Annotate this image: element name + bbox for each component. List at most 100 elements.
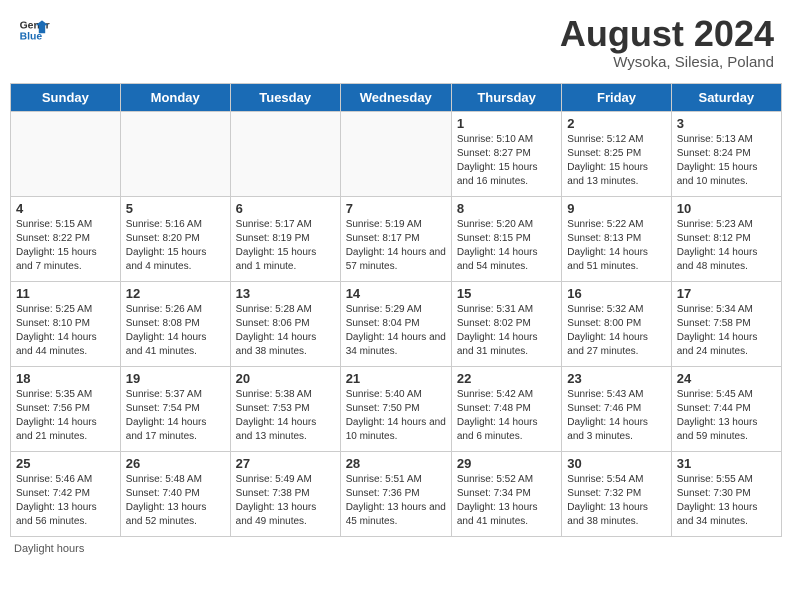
- table-row: 19 Sunrise: 5:37 AM Sunset: 7:54 PM Dayli…: [120, 366, 230, 451]
- day-info: Sunrise: 5:32 AM Sunset: 8:00 PM Dayligh…: [567, 303, 665, 359]
- day-info: Sunrise: 5:54 AM Sunset: 7:32 PM Dayligh…: [567, 473, 665, 529]
- day-number: 9: [567, 201, 665, 216]
- day-info: Sunrise: 5:23 AM Sunset: 8:12 PM Dayligh…: [677, 218, 776, 274]
- day-info: Sunrise: 5:20 AM Sunset: 8:15 PM Dayligh…: [457, 218, 556, 274]
- table-row: 11 Sunrise: 5:25 AM Sunset: 8:10 PM Dayli…: [11, 281, 121, 366]
- day-number: 14: [346, 286, 446, 301]
- table-row: 6 Sunrise: 5:17 AM Sunset: 8:19 PM Daylig…: [230, 196, 340, 281]
- day-info: Sunrise: 5:19 AM Sunset: 8:17 PM Dayligh…: [346, 218, 446, 274]
- day-info: Sunrise: 5:38 AM Sunset: 7:53 PM Dayligh…: [236, 388, 335, 444]
- table-row: 4Sunrise: 5:15 AM Sunset: 8:22 PM Daylig…: [11, 196, 121, 281]
- day-number: 19: [126, 371, 225, 386]
- day-info: Sunrise: 5:46 AM Sunset: 7:42 PM Dayligh…: [16, 473, 115, 529]
- table-row: 2Sunrise: 5:12 AM Sunset: 8:25 PM Daylig…: [562, 111, 671, 196]
- day-number: 7: [346, 201, 446, 216]
- day-number: 3: [677, 116, 776, 131]
- day-number: 30: [567, 456, 665, 471]
- day-number: 15: [457, 286, 556, 301]
- day-info: Sunrise: 5:55 AM Sunset: 7:30 PM Dayligh…: [677, 473, 776, 529]
- day-number: 25: [16, 456, 115, 471]
- day-number: 21: [346, 371, 446, 386]
- day-info: Sunrise: 5:10 AM Sunset: 8:27 PM Dayligh…: [457, 133, 556, 189]
- table-row: 7 Sunrise: 5:19 AM Sunset: 8:17 PM Daylig…: [340, 196, 451, 281]
- daylight-hours-label: Daylight hours: [14, 543, 84, 555]
- table-row: 20Sunrise: 5:38 AM Sunset: 7:53 PM Dayli…: [230, 366, 340, 451]
- table-row: 26 Sunrise: 5:48 AM Sunset: 7:40 PM Dayli…: [120, 451, 230, 536]
- day-number: 23: [567, 371, 665, 386]
- day-number: 6: [236, 201, 335, 216]
- day-info: Sunrise: 5:31 AM Sunset: 8:02 PM Dayligh…: [457, 303, 556, 359]
- day-info: Sunrise: 5:49 AM Sunset: 7:38 PM Dayligh…: [236, 473, 335, 529]
- day-number: 28: [346, 456, 446, 471]
- header-thursday: Thursday: [451, 83, 561, 111]
- table-row: [230, 111, 340, 196]
- table-row: 28 Sunrise: 5:51 AM Sunset: 7:36 PM Dayli…: [340, 451, 451, 536]
- day-number: 27: [236, 456, 335, 471]
- footer: Daylight hours: [10, 543, 782, 555]
- table-row: 10Sunrise: 5:23 AM Sunset: 8:12 PM Dayli…: [671, 196, 781, 281]
- header-monday: Monday: [120, 83, 230, 111]
- header-tuesday: Tuesday: [230, 83, 340, 111]
- table-row: 3Sunrise: 5:13 AM Sunset: 8:24 PM Daylig…: [671, 111, 781, 196]
- day-number: 26: [126, 456, 225, 471]
- calendar-week-row: 4Sunrise: 5:15 AM Sunset: 8:22 PM Daylig…: [11, 196, 782, 281]
- day-info: Sunrise: 5:25 AM Sunset: 8:10 PM Dayligh…: [16, 303, 115, 359]
- table-row: 14 Sunrise: 5:29 AM Sunset: 8:04 PM Dayli…: [340, 281, 451, 366]
- day-info: Sunrise: 5:35 AM Sunset: 7:56 PM Dayligh…: [16, 388, 115, 444]
- day-number: 24: [677, 371, 776, 386]
- day-info: Sunrise: 5:51 AM Sunset: 7:36 PM Dayligh…: [346, 473, 446, 529]
- table-row: [11, 111, 121, 196]
- day-number: 11: [16, 286, 115, 301]
- table-row: [340, 111, 451, 196]
- table-row: 9 Sunrise: 5:22 AM Sunset: 8:13 PM Daylig…: [562, 196, 671, 281]
- table-row: 8Sunrise: 5:20 AM Sunset: 8:15 PM Daylig…: [451, 196, 561, 281]
- day-info: Sunrise: 5:26 AM Sunset: 8:08 PM Dayligh…: [126, 303, 225, 359]
- table-row: 17 Sunrise: 5:34 AM Sunset: 7:58 PM Dayli…: [671, 281, 781, 366]
- table-row: 16 Sunrise: 5:32 AM Sunset: 8:00 PM Dayli…: [562, 281, 671, 366]
- table-row: 12Sunrise: 5:26 AM Sunset: 8:08 PM Dayli…: [120, 281, 230, 366]
- header-saturday: Saturday: [671, 83, 781, 111]
- month-year-title: August 2024: [560, 14, 774, 54]
- day-number: 29: [457, 456, 556, 471]
- day-info: Sunrise: 5:22 AM Sunset: 8:13 PM Dayligh…: [567, 218, 665, 274]
- table-row: 23 Sunrise: 5:43 AM Sunset: 7:46 PM Dayli…: [562, 366, 671, 451]
- day-info: Sunrise: 5:28 AM Sunset: 8:06 PM Dayligh…: [236, 303, 335, 359]
- day-info: Sunrise: 5:16 AM Sunset: 8:20 PM Dayligh…: [126, 218, 225, 274]
- table-row: 5Sunrise: 5:16 AM Sunset: 8:20 PM Daylig…: [120, 196, 230, 281]
- day-info: Sunrise: 5:48 AM Sunset: 7:40 PM Dayligh…: [126, 473, 225, 529]
- svg-text:Blue: Blue: [20, 32, 43, 43]
- logo: General Blue: [18, 14, 50, 46]
- calendar-week-row: 25 Sunrise: 5:46 AM Sunset: 7:42 PM Dayli…: [11, 451, 782, 536]
- day-number: 17: [677, 286, 776, 301]
- table-row: 24 Sunrise: 5:45 AM Sunset: 7:44 PM Dayli…: [671, 366, 781, 451]
- day-number: 18: [16, 371, 115, 386]
- day-number: 16: [567, 286, 665, 301]
- day-info: Sunrise: 5:40 AM Sunset: 7:50 PM Dayligh…: [346, 388, 446, 444]
- day-number: 22: [457, 371, 556, 386]
- calendar-header-row: Sunday Monday Tuesday Wednesday Thursday…: [11, 83, 782, 111]
- page-header: General Blue August 2024 Wysoka, Silesia…: [10, 10, 782, 75]
- table-row: 27 Sunrise: 5:49 AM Sunset: 7:38 PM Dayli…: [230, 451, 340, 536]
- day-info: Sunrise: 5:17 AM Sunset: 8:19 PM Dayligh…: [236, 218, 335, 274]
- logo-icon: General Blue: [18, 14, 50, 46]
- title-block: August 2024 Wysoka, Silesia, Poland: [560, 14, 774, 71]
- table-row: 22Sunrise: 5:42 AM Sunset: 7:48 PM Dayli…: [451, 366, 561, 451]
- day-info: Sunrise: 5:43 AM Sunset: 7:46 PM Dayligh…: [567, 388, 665, 444]
- day-number: 31: [677, 456, 776, 471]
- table-row: 25 Sunrise: 5:46 AM Sunset: 7:42 PM Dayli…: [11, 451, 121, 536]
- header-sunday: Sunday: [11, 83, 121, 111]
- table-row: 31 Sunrise: 5:55 AM Sunset: 7:30 PM Dayli…: [671, 451, 781, 536]
- calendar-week-row: 11 Sunrise: 5:25 AM Sunset: 8:10 PM Dayli…: [11, 281, 782, 366]
- day-info: Sunrise: 5:45 AM Sunset: 7:44 PM Dayligh…: [677, 388, 776, 444]
- day-info: Sunrise: 5:12 AM Sunset: 8:25 PM Dayligh…: [567, 133, 665, 189]
- day-info: Sunrise: 5:34 AM Sunset: 7:58 PM Dayligh…: [677, 303, 776, 359]
- table-row: 13Sunrise: 5:28 AM Sunset: 8:06 PM Dayli…: [230, 281, 340, 366]
- location-subtitle: Wysoka, Silesia, Poland: [560, 54, 774, 71]
- header-wednesday: Wednesday: [340, 83, 451, 111]
- day-info: Sunrise: 5:29 AM Sunset: 8:04 PM Dayligh…: [346, 303, 446, 359]
- day-info: Sunrise: 5:37 AM Sunset: 7:54 PM Dayligh…: [126, 388, 225, 444]
- calendar-week-row: 18 Sunrise: 5:35 AM Sunset: 7:56 PM Dayli…: [11, 366, 782, 451]
- calendar-week-row: 1Sunrise: 5:10 AM Sunset: 8:27 PM Daylig…: [11, 111, 782, 196]
- table-row: [120, 111, 230, 196]
- svg-text:General: General: [20, 20, 50, 31]
